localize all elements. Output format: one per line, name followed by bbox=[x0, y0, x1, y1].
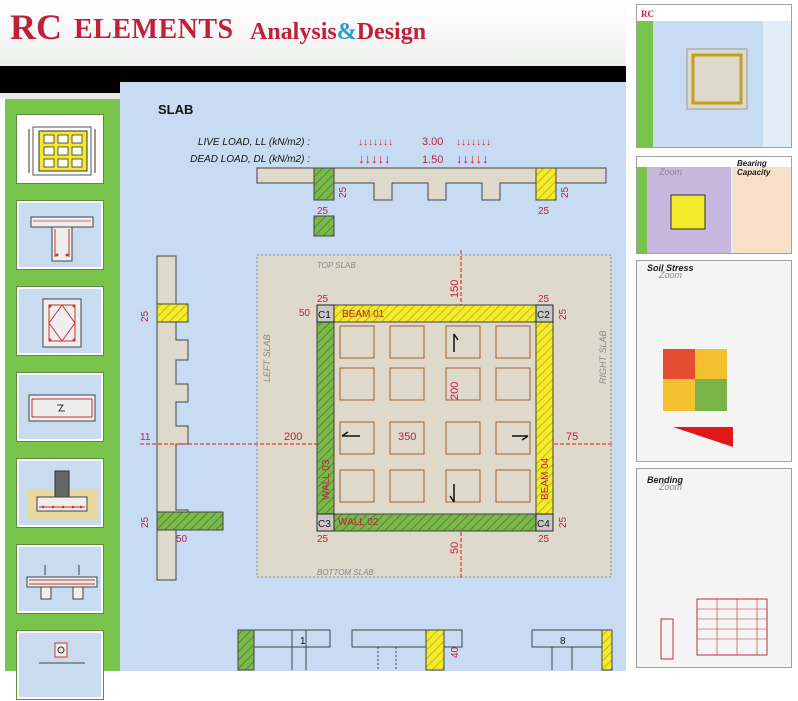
brand-rc: RC bbox=[10, 7, 62, 47]
slab-thumbnail-icon: RC bbox=[637, 5, 791, 147]
thumbnail-zoom-label-2: Zoom bbox=[659, 270, 683, 280]
bending-thumbnail-icon bbox=[637, 469, 791, 667]
sidebar-item-beam[interactable] bbox=[16, 372, 104, 442]
thumbnail-zoom-label-3: Zoom bbox=[659, 482, 683, 492]
t-beam-icon bbox=[30, 216, 94, 262]
app-header: RC ELEMENTS Analysis&Design bbox=[0, 0, 626, 66]
column-c4-label: C4 bbox=[537, 519, 550, 530]
thumbnail-bearing-capacity[interactable]: Bearing Capacity Zoom bbox=[636, 156, 792, 254]
dim-200-vertical: 200 bbox=[449, 382, 461, 400]
dim-top-section-right: 25 bbox=[538, 206, 550, 217]
dim-75: 75 bbox=[566, 431, 578, 443]
dim-c2-top: 25 bbox=[538, 294, 550, 305]
sidebar-item-column[interactable] bbox=[16, 286, 104, 356]
brand-analysis: Analysis bbox=[250, 19, 337, 45]
thumbnail-zoom-label: Zoom bbox=[659, 167, 683, 177]
slab-drawing: SLAB LIVE LOAD, LL (kN/m2) : DEAD LOAD, … bbox=[140, 102, 613, 671]
wall-03-label: WALL 03 bbox=[321, 459, 332, 500]
sidebar-item-slab-detail[interactable] bbox=[16, 544, 104, 614]
bottom-slab-label: BOTTOM SLAB bbox=[317, 568, 374, 577]
svg-text:↓↓↓↓↓: ↓↓↓↓↓ bbox=[456, 151, 489, 166]
slab-drawing-area: SLAB LIVE LOAD, LL (kN/m2) : DEAD LOAD, … bbox=[120, 82, 626, 671]
dim-left-50: 50 bbox=[176, 534, 188, 545]
bottom-dim-40: 40 bbox=[450, 646, 461, 658]
brand-elements: ELEMENTS bbox=[74, 14, 234, 45]
top-slab-label: TOP SLAB bbox=[317, 261, 356, 270]
beam-icon bbox=[28, 394, 96, 422]
column-icon bbox=[42, 298, 82, 348]
dim-top-beam-left: 25 bbox=[338, 186, 349, 198]
right-slab-label: RIGHT SLAB bbox=[598, 330, 608, 384]
dim-50-top: 50 bbox=[299, 308, 311, 319]
beam-04-label: BEAM 04 bbox=[540, 457, 551, 500]
brand-amp: & bbox=[336, 19, 357, 45]
sidebar-item-slab[interactable] bbox=[16, 114, 104, 184]
top-section-profile bbox=[256, 167, 607, 237]
dim-c2-right: 25 bbox=[558, 308, 569, 320]
live-load-label[interactable]: LIVE LOAD, LL (kN/m2) : bbox=[198, 137, 310, 148]
stair-icon bbox=[39, 642, 85, 664]
sidebar bbox=[5, 99, 120, 700]
soil-stress-thumbnail-icon bbox=[637, 261, 791, 461]
wall-02-label: WALL 02 bbox=[338, 517, 379, 528]
thumbnail-bending[interactable]: Bending Zoom bbox=[636, 468, 792, 668]
dim-left-top: 25 bbox=[140, 310, 151, 322]
bottom-section-1-label: 1 bbox=[300, 636, 306, 647]
left-section-profile bbox=[156, 255, 224, 581]
dead-load-value[interactable]: 1.50 bbox=[422, 154, 443, 166]
dim-150: 150 bbox=[449, 280, 461, 298]
svg-text:RC: RC bbox=[641, 9, 654, 19]
dim-c4-right: 25 bbox=[558, 516, 569, 528]
svg-text:↓↓↓↓↓↓↓: ↓↓↓↓↓↓↓ bbox=[456, 137, 491, 148]
dim-200-horizontal: 200 bbox=[284, 431, 302, 443]
column-c3-label: C3 bbox=[318, 519, 331, 530]
thumbnail-slab[interactable]: RC bbox=[636, 4, 792, 148]
dim-c1-top: 25 bbox=[317, 294, 329, 305]
main-slab-panel[interactable] bbox=[333, 321, 537, 515]
svg-text:↓↓↓↓↓: ↓↓↓↓↓ bbox=[358, 151, 391, 166]
dim-350: 350 bbox=[398, 431, 416, 443]
bottom-sections bbox=[237, 629, 613, 671]
thumbnail-soil-stress[interactable]: Soil Stress Zoom bbox=[636, 260, 792, 462]
dead-load-label[interactable]: DEAD LOAD, DL (kN/m2) : bbox=[190, 154, 310, 165]
dim-top-beam-right: 25 bbox=[560, 186, 571, 198]
thumbnail-bearing-title: Bearing Capacity bbox=[737, 159, 771, 177]
brand-design: Design bbox=[356, 19, 427, 45]
column-c2-label: C2 bbox=[537, 310, 550, 321]
left-slab-label: LEFT SLAB bbox=[262, 334, 272, 382]
preview-panel: RC Bearing Capacity Zoom Soil Stress Zoo… bbox=[626, 0, 798, 671]
live-load-value[interactable]: 3.00 bbox=[422, 136, 443, 148]
column-c1-label: C1 bbox=[318, 310, 331, 321]
svg-text:↓↓↓↓↓↓↓: ↓↓↓↓↓↓↓ bbox=[358, 137, 393, 148]
beam-01-label: BEAM 01 bbox=[342, 309, 385, 320]
dim-c4-bottom: 25 bbox=[538, 534, 550, 545]
dim-50-bottom: 50 bbox=[449, 542, 461, 554]
dim-c3-bottom: 25 bbox=[317, 534, 329, 545]
page-title: SLAB bbox=[158, 102, 193, 117]
dim-left-mid: 11 bbox=[140, 432, 151, 443]
sidebar-item-footing[interactable] bbox=[16, 458, 104, 528]
dim-top-section-left: 25 bbox=[317, 206, 329, 217]
bottom-section-8-label: 8 bbox=[560, 636, 566, 647]
slab-section-icon bbox=[26, 565, 98, 600]
dim-left-bottom: 25 bbox=[140, 516, 151, 528]
sidebar-item-t-beam[interactable] bbox=[16, 200, 104, 270]
slab-grid-icon bbox=[28, 126, 96, 176]
footing-icon bbox=[27, 470, 97, 519]
brand-analysis-design: Analysis&Design bbox=[250, 19, 426, 46]
sidebar-item-other[interactable] bbox=[16, 630, 104, 700]
